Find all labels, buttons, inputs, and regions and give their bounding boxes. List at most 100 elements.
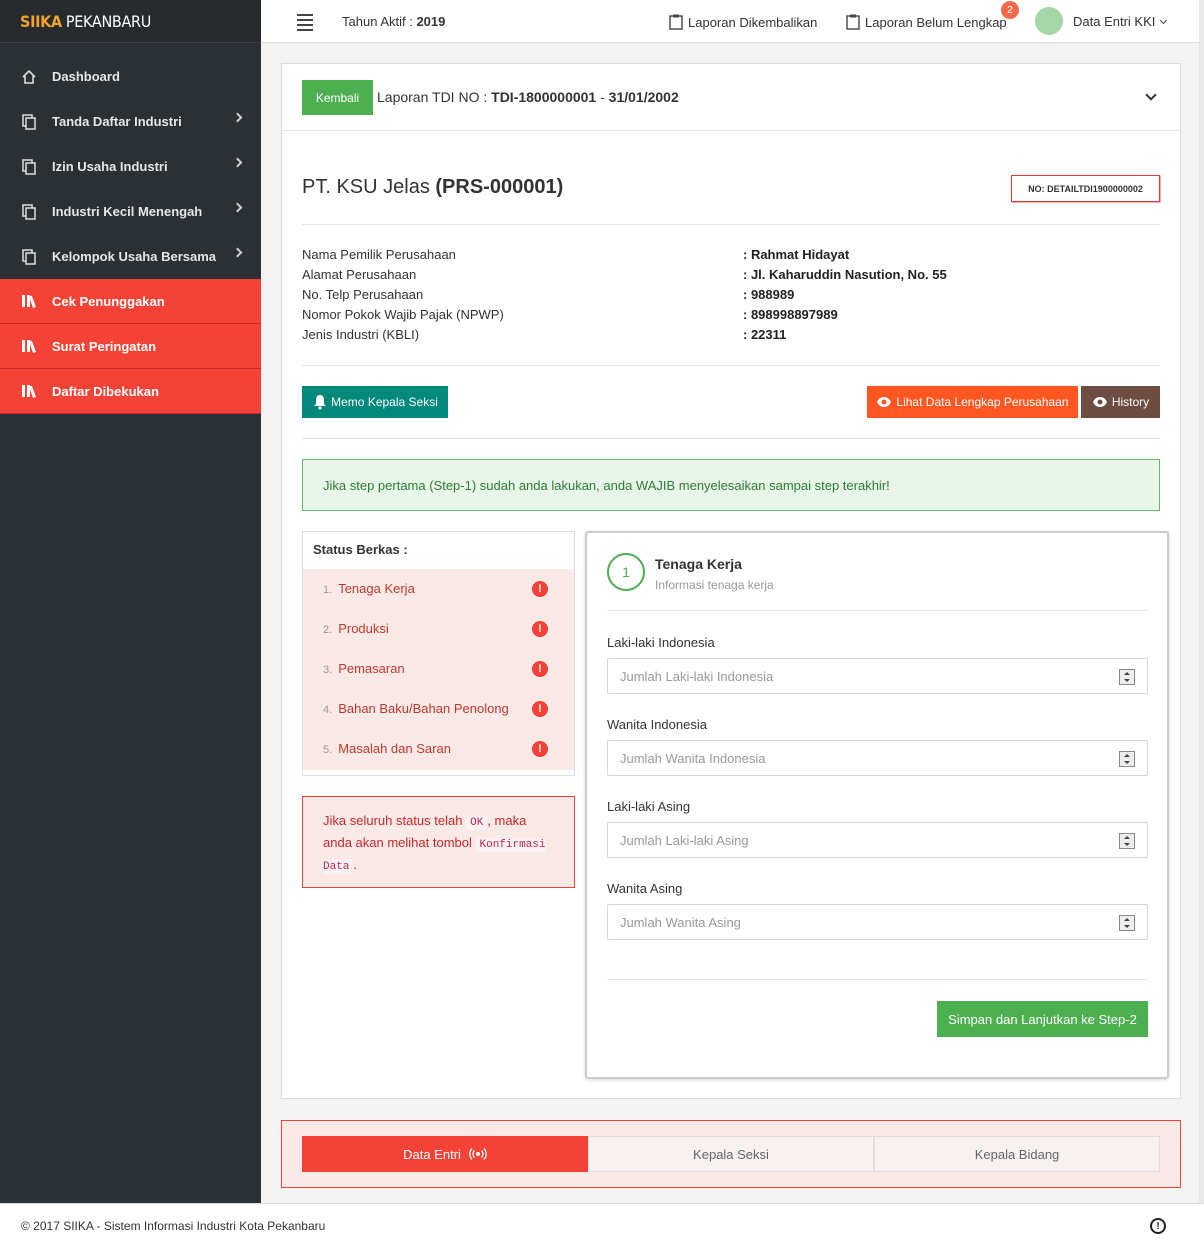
info-label: Alamat Perusahaan: [302, 267, 417, 282]
divider: [607, 979, 1148, 980]
divider: [302, 438, 1160, 439]
detail-number-badge: NO: DETAILTDI1900000002: [1011, 175, 1160, 202]
step-title: Tenaga Kerja: [655, 556, 742, 572]
sidebar-item-label: Kelompok Usaha Bersama: [52, 249, 217, 264]
info-label: Jenis Industri (KBLI): [302, 327, 420, 342]
library-icon: [21, 383, 37, 399]
copy-icon: [21, 158, 37, 175]
chevron-right-icon: [232, 112, 243, 123]
field-label: Wanita Asing: [607, 881, 683, 896]
laki-laki-indonesia-input[interactable]: [607, 658, 1148, 694]
status-item-produksi[interactable]: 2. Produksi: [323, 621, 389, 636]
sidebar-item-label: Surat Peringatan: [52, 338, 157, 354]
divider: [607, 610, 1148, 611]
error-icon: !: [532, 741, 548, 757]
sidebar-item-dashboard[interactable]: Dashboard: [0, 54, 261, 99]
back-button[interactable]: Kembali: [302, 80, 373, 115]
library-icon: [21, 293, 37, 309]
status-item-pemasaran[interactable]: 3. Pemasaran: [323, 661, 405, 676]
topbar: Tahun Aktif : 2019 Laporan Dikembalikan …: [261, 0, 1204, 43]
save-next-button[interactable]: Simpan dan Lanjutkan ke Step-2: [937, 1001, 1148, 1037]
library-icon: [21, 338, 37, 354]
divider: [302, 365, 1160, 366]
info-label: No. Telp Perusahaan: [302, 287, 424, 302]
sidebar-item-label: Industri Kecil Menengah: [52, 204, 203, 219]
info-value: : 898998897989: [743, 307, 838, 322]
status-item-bahan-baku[interactable]: 4. Bahan Baku/Bahan Penolong: [323, 701, 509, 716]
sidebar-item-label: Dashboard: [52, 69, 120, 84]
clipboard-icon: [846, 14, 860, 30]
history-button[interactable]: History: [1081, 386, 1160, 418]
number-stepper[interactable]: [1119, 751, 1135, 767]
info-value: : Jl. Kaharuddin Nasution, No. 55: [743, 267, 947, 282]
chevron-right-icon: [232, 157, 243, 168]
tab-kepala-bidang[interactable]: Kepala Bidang: [874, 1136, 1160, 1172]
avatar[interactable]: [1035, 7, 1063, 35]
field-label: Wanita Indonesia: [607, 717, 707, 732]
copy-icon: [21, 113, 37, 130]
sidebar-item-cek-penunggakan[interactable]: Cek Penunggakan: [0, 279, 261, 324]
confirm-note: Jika seluruh status telah OK, maka anda …: [302, 796, 575, 888]
wanita-asing-input[interactable]: [607, 904, 1148, 940]
sidebar-item-label: Cek Penunggakan: [52, 293, 165, 309]
notification-badge: 2: [1001, 1, 1019, 19]
info-label: Nama Pemilik Perusahaan: [302, 247, 456, 262]
user-menu[interactable]: Data Entri KKI: [1073, 14, 1168, 29]
field-label: Laki-laki Indonesia: [607, 635, 715, 650]
step-subtitle: Informasi tenaga kerja: [655, 578, 774, 592]
company-name: PT. KSU Jelas (PRS-000001): [302, 176, 564, 198]
bell-icon: [314, 395, 327, 410]
sidebar-item-industri-kecil-menengah[interactable]: Industri Kecil Menengah: [0, 189, 261, 234]
laki-laki-asing-input[interactable]: [607, 822, 1148, 858]
status-item-tenaga-kerja[interactable]: 1. Tenaga Kerja: [323, 581, 415, 596]
sidebar-item-daftar-dibekukan[interactable]: Daftar Dibekukan: [0, 369, 261, 414]
chevron-right-icon: [232, 247, 243, 258]
number-stepper[interactable]: [1119, 833, 1135, 849]
home-icon: [21, 69, 37, 85]
sidebar-item-tanda-daftar-industri[interactable]: Tanda Daftar Industri: [0, 99, 261, 144]
error-icon: !: [532, 701, 548, 717]
wanita-indonesia-input[interactable]: [607, 740, 1148, 776]
sidebar-item-label: Tanda Daftar Industri: [52, 114, 182, 129]
sidebar-item-label: Daftar Dibekukan: [52, 383, 159, 399]
tab-data-entri[interactable]: Data Entri: [302, 1136, 588, 1172]
status-item-masalah-saran[interactable]: 5. Masalah dan Saran: [323, 741, 451, 756]
warning-alert: Jika step pertama (Step-1) sudah anda la…: [302, 459, 1160, 511]
copy-icon: [21, 248, 37, 265]
eye-icon: [1092, 397, 1107, 407]
sidebar-item-label: Izin Usaha Industri: [52, 159, 168, 174]
tahun-aktif: Tahun Aktif : 2019: [342, 14, 446, 29]
step-number: 1: [607, 553, 645, 591]
eye-icon: [877, 397, 892, 407]
brand-logo[interactable]: SIIKA PEKANBARU: [0, 0, 261, 43]
chevron-down-icon: [1160, 16, 1168, 24]
memo-kepala-seksi-button[interactable]: Memo Kepala Seksi: [302, 386, 448, 418]
error-icon: !: [532, 661, 548, 677]
broadcast-icon: [469, 1148, 487, 1160]
status-berkas-title: Status Berkas :: [313, 542, 408, 557]
info-value: : 22311: [743, 327, 787, 342]
divider: [282, 130, 1180, 131]
scrollbar[interactable]: [1199, 0, 1204, 1203]
number-stepper[interactable]: [1119, 669, 1135, 685]
divider: [302, 224, 1160, 225]
info-label: Nomor Pokok Wajib Pajak (NPWP): [302, 307, 504, 322]
lihat-data-lengkap-button[interactable]: Lihat Data Lengkap Perusahaan: [867, 386, 1078, 418]
sidebar-item-izin-usaha-industri[interactable]: Izin Usaha Industri: [0, 144, 261, 189]
hamburger-menu-icon[interactable]: [297, 14, 313, 31]
chevron-right-icon: [232, 202, 243, 213]
copy-icon: [21, 203, 37, 220]
error-icon: !: [532, 581, 548, 597]
info-value: : 988989: [743, 287, 795, 302]
sidebar-item-surat-peringatan[interactable]: Surat Peringatan: [0, 324, 261, 369]
laporan-dikembalikan-link[interactable]: Laporan Dikembalikan: [669, 14, 817, 30]
field-label: Laki-laki Asing: [607, 799, 691, 814]
sidebar-item-kelompok-usaha-bersama[interactable]: Kelompok Usaha Bersama: [0, 234, 261, 279]
number-stepper[interactable]: [1119, 915, 1135, 931]
report-header-title: Laporan TDI NO : TDI-1800000001 - 31/01/…: [377, 89, 679, 105]
clipboard-icon: [669, 14, 683, 30]
error-icon: !: [532, 621, 548, 637]
info-icon[interactable]: !: [1150, 1218, 1166, 1234]
laporan-belum-lengkap-link[interactable]: Laporan Belum Lengkap: [846, 14, 1007, 30]
tab-kepala-seksi[interactable]: Kepala Seksi: [588, 1136, 874, 1172]
